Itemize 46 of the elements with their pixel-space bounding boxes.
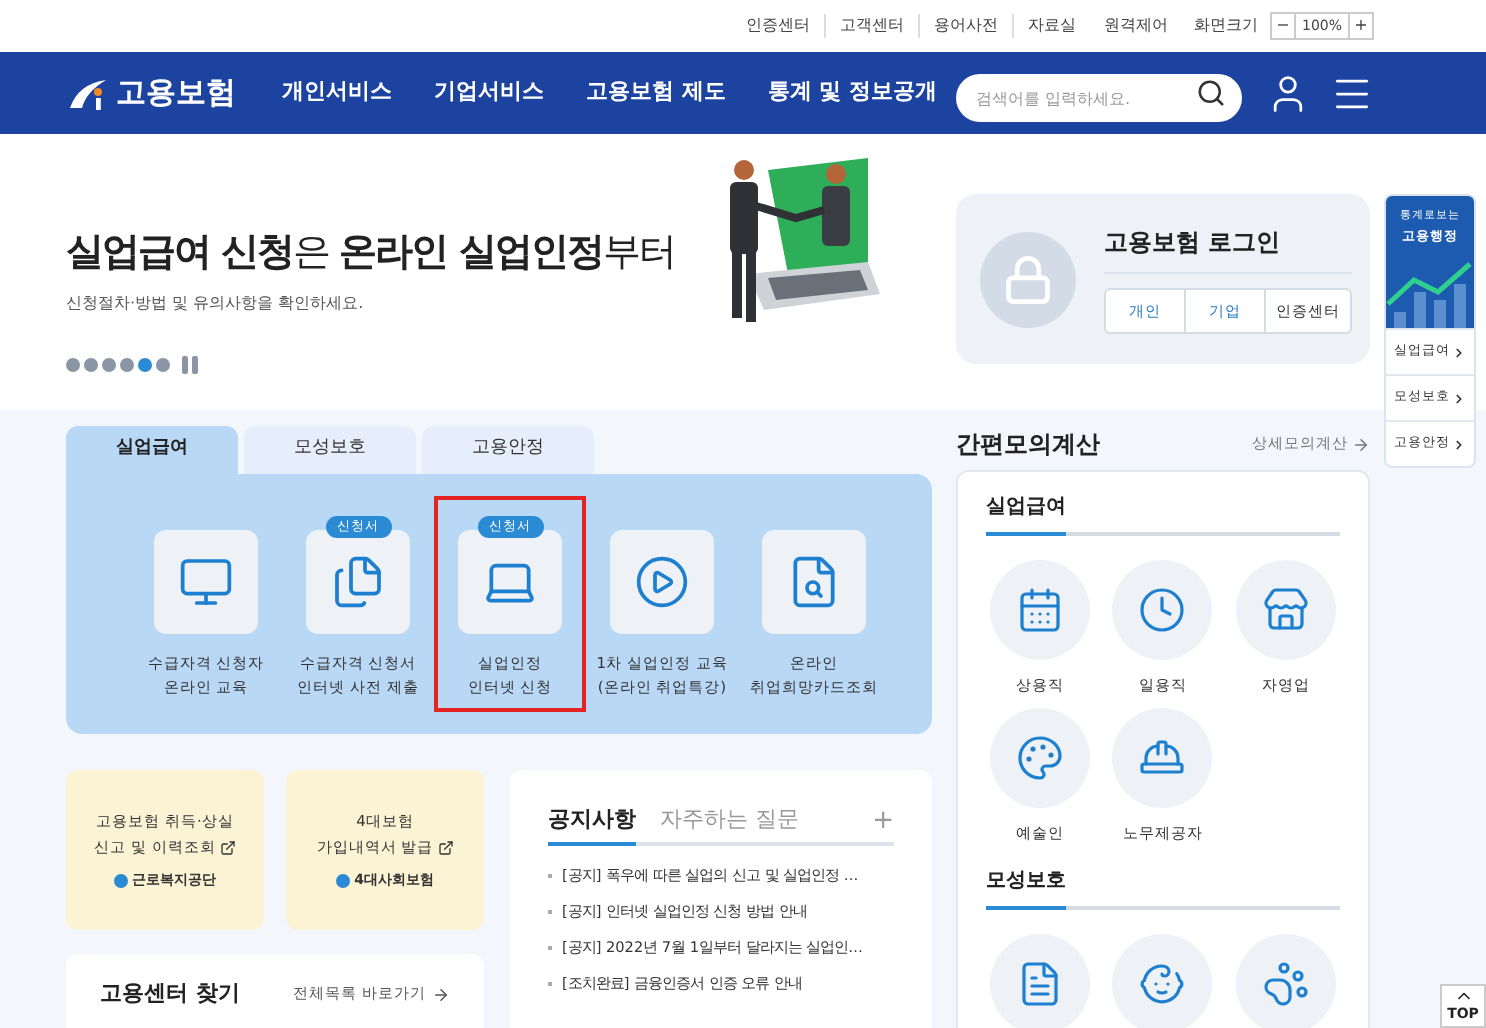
monitor-icon [178, 554, 234, 610]
nav-link[interactable]: 고용보험 제도 [586, 76, 726, 110]
category-tab[interactable]: 고용안정 [422, 426, 594, 474]
center-finder-title: 고용센터 찾기 [100, 977, 240, 1010]
external-link-icon [437, 839, 454, 856]
notice-tab[interactable]: 공지사항 [548, 800, 636, 846]
category-tab[interactable]: 실업급여 [66, 426, 238, 474]
login-title: 고용보험 로그인 [1104, 224, 1352, 274]
nav-link[interactable]: 개인서비스 [282, 76, 392, 110]
site-logo[interactable]: 고용보험 [66, 70, 236, 116]
organization-logo-icon [336, 874, 351, 888]
category-tab[interactable]: 모성보호 [244, 426, 416, 474]
video-icon [634, 554, 690, 610]
pause-icon[interactable] [180, 355, 200, 373]
clock-icon [1138, 586, 1187, 634]
rising-chart-icon [1386, 256, 1474, 328]
calculator-title: 간편모의계산 [956, 428, 1100, 462]
hero-subtitle: 신청절차·방법 및 유의사항을 확인하세요. [66, 291, 366, 315]
section-title: 모성보호 [986, 867, 1068, 895]
zoom-in-button[interactable]: + [1348, 14, 1372, 38]
chevron-right-icon [1452, 391, 1466, 405]
zoom-out-button[interactable]: − [1271, 14, 1296, 38]
logo-icon [66, 75, 110, 111]
utility-link[interactable]: 자료실 [1013, 14, 1090, 38]
utility-link[interactable]: 인증센터 [731, 14, 826, 38]
shop-icon [1262, 586, 1311, 634]
section-title: 실업급여 [986, 494, 1068, 522]
utility-link[interactable]: 용어사전 [919, 14, 1014, 38]
lock-icon [1002, 253, 1054, 305]
zoom-label: 화면크기 [1191, 14, 1260, 38]
organization-logo-icon [114, 874, 128, 888]
external-link-icon [219, 839, 236, 856]
search-field[interactable]: 검색어를 입력하세요. [956, 74, 1242, 122]
search-icon[interactable] [1196, 77, 1226, 107]
arrow-right-icon [432, 985, 450, 1003]
palette-icon [1015, 734, 1064, 783]
utility-link[interactable]: 고객센터 [825, 14, 920, 38]
chevron-right-icon [1452, 437, 1466, 451]
chevron-right-icon [1452, 345, 1466, 359]
utility-link[interactable]: 원격제어 [1089, 14, 1182, 38]
hero-title: 실업급여 신청은 온라인 실업인정부터 [66, 228, 675, 278]
documents-icon [330, 554, 386, 610]
arrow-right-icon [1352, 435, 1370, 453]
nav-link[interactable]: 기업서비스 [434, 76, 544, 110]
calendar-icon [1015, 586, 1064, 634]
nav-link[interactable]: 통계 및 정보공개 [767, 76, 938, 110]
